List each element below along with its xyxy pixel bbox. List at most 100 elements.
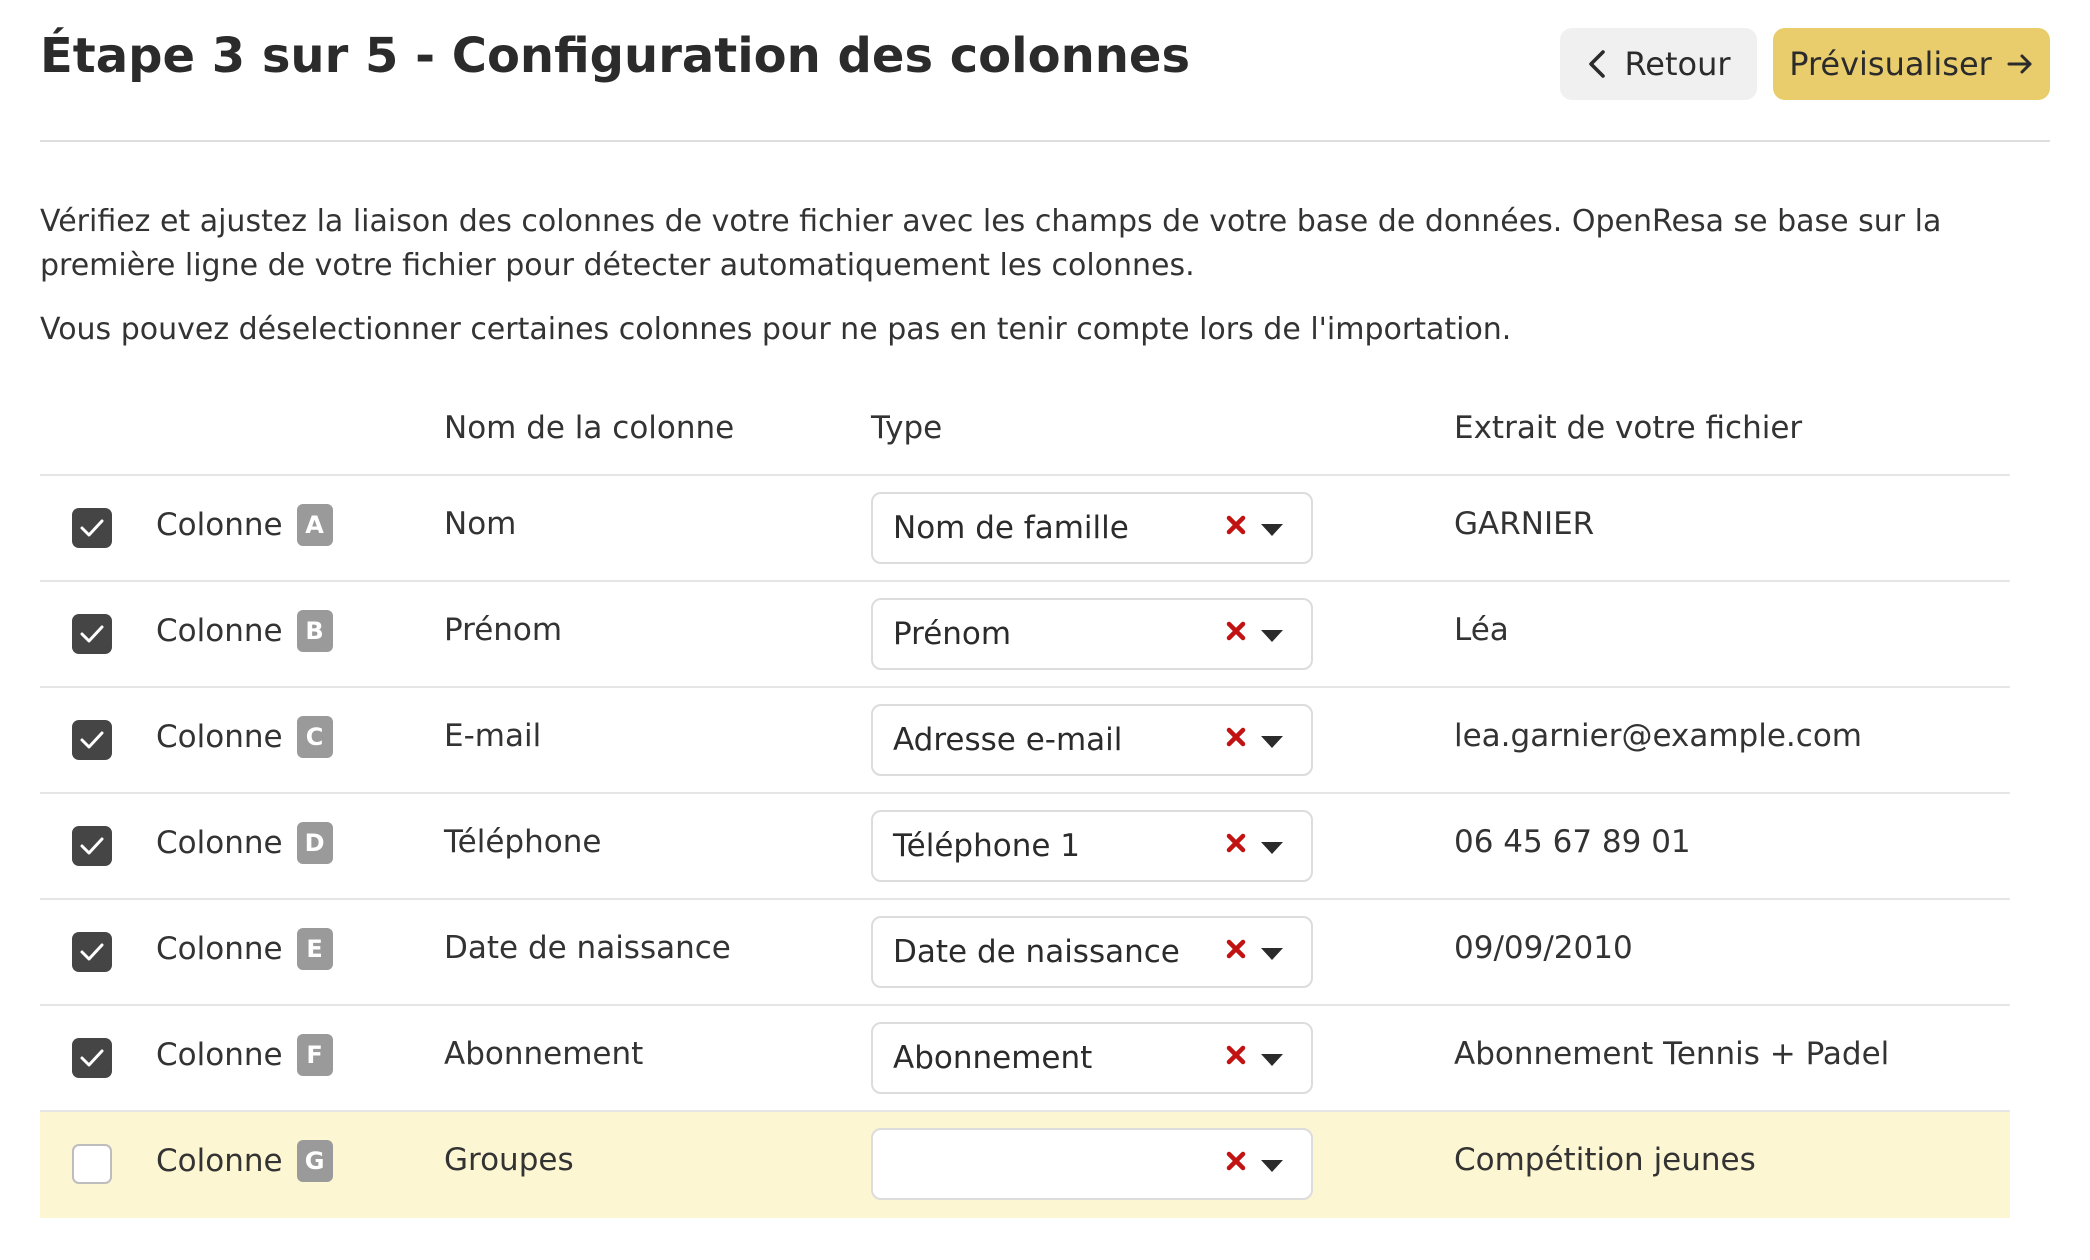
column-name: Date de naissance bbox=[444, 930, 731, 966]
type-select[interactable]: Adresse e-mail bbox=[871, 704, 1313, 776]
type-select[interactable]: Nom de famille bbox=[871, 492, 1313, 564]
column-word: Colonne bbox=[156, 1143, 283, 1179]
check-icon bbox=[80, 1049, 104, 1067]
column-letter-badge: C bbox=[296, 716, 333, 758]
column-label: Colonne C bbox=[156, 716, 333, 758]
type-select[interactable] bbox=[871, 1128, 1313, 1200]
preview-button[interactable]: Prévisualiser bbox=[1773, 28, 2050, 100]
include-column-checkbox[interactable] bbox=[72, 826, 112, 866]
column-letter-badge: E bbox=[296, 928, 333, 970]
type-select[interactable]: Date de naissance bbox=[871, 916, 1313, 988]
file-extract: GARNIER bbox=[1454, 506, 1595, 542]
column-label: Colonne B bbox=[156, 610, 333, 652]
back-button[interactable]: Retour bbox=[1560, 28, 1757, 100]
include-column-checkbox[interactable] bbox=[72, 1144, 112, 1184]
column-name: Nom bbox=[444, 506, 517, 542]
file-extract: lea.garnier@example.com bbox=[1454, 718, 1862, 754]
clear-x-icon[interactable] bbox=[1225, 832, 1247, 858]
table-row: Colonne A Nom Nom de famille GARNIER bbox=[40, 476, 2010, 582]
column-word: Colonne bbox=[156, 507, 283, 543]
column-name: Abonnement bbox=[444, 1036, 644, 1072]
table-body: Colonne A Nom Nom de famille GARNIER Col… bbox=[40, 476, 2010, 1218]
include-column-checkbox[interactable] bbox=[72, 508, 112, 548]
type-select-value: Prénom bbox=[893, 616, 1012, 652]
table-row: Colonne D Téléphone Téléphone 1 06 45 67… bbox=[40, 794, 2010, 900]
import-columns-page: Étape 3 sur 5 - Configuration des colonn… bbox=[0, 0, 2090, 1260]
header-type: Type bbox=[871, 410, 943, 446]
type-select-value: Adresse e-mail bbox=[893, 722, 1123, 758]
column-word: Colonne bbox=[156, 613, 283, 649]
table-row: Colonne C E-mail Adresse e-mail lea.garn… bbox=[40, 688, 2010, 794]
column-letter-badge: B bbox=[296, 610, 333, 652]
column-label: Colonne E bbox=[156, 928, 333, 970]
column-letter-badge: A bbox=[296, 504, 333, 546]
column-name: Groupes bbox=[444, 1142, 574, 1178]
column-name: Téléphone bbox=[444, 824, 602, 860]
clear-x-icon[interactable] bbox=[1225, 620, 1247, 646]
check-icon bbox=[80, 731, 104, 749]
table-row: Colonne E Date de naissance Date de nais… bbox=[40, 900, 2010, 1006]
include-column-checkbox[interactable] bbox=[72, 1038, 112, 1078]
columns-table: Nom de la colonne Type Extrait de votre … bbox=[40, 390, 2010, 1218]
clear-x-icon[interactable] bbox=[1225, 514, 1247, 540]
caret-down-icon[interactable] bbox=[1259, 1158, 1285, 1178]
table-header: Nom de la colonne Type Extrait de votre … bbox=[40, 390, 2010, 476]
file-extract: Léa bbox=[1454, 612, 1509, 648]
column-label: Colonne F bbox=[156, 1034, 333, 1076]
caret-down-icon[interactable] bbox=[1259, 734, 1285, 754]
page-title: Étape 3 sur 5 - Configuration des colonn… bbox=[40, 28, 1191, 84]
column-label: Colonne D bbox=[156, 822, 333, 864]
table-row: Colonne F Abonnement Abonnement Abonneme… bbox=[40, 1006, 2010, 1112]
column-word: Colonne bbox=[156, 931, 283, 967]
intro-paragraph-2: Vous pouvez déselectionner certaines col… bbox=[40, 312, 1512, 347]
type-select-value: Nom de famille bbox=[893, 510, 1129, 546]
file-extract: 09/09/2010 bbox=[1454, 930, 1633, 966]
column-letter-badge: F bbox=[296, 1034, 333, 1076]
type-select[interactable]: Abonnement bbox=[871, 1022, 1313, 1094]
clear-x-icon[interactable] bbox=[1225, 1150, 1247, 1176]
page-header: Étape 3 sur 5 - Configuration des colonn… bbox=[40, 0, 2050, 142]
caret-down-icon[interactable] bbox=[1259, 628, 1285, 648]
chevron-left-icon bbox=[1586, 49, 1608, 79]
table-row: Colonne B Prénom Prénom Léa bbox=[40, 582, 2010, 688]
file-extract: Compétition jeunes bbox=[1454, 1142, 1756, 1178]
type-select[interactable]: Téléphone 1 bbox=[871, 810, 1313, 882]
column-name: Prénom bbox=[444, 612, 563, 648]
caret-down-icon[interactable] bbox=[1259, 840, 1285, 860]
check-icon bbox=[80, 837, 104, 855]
clear-x-icon[interactable] bbox=[1225, 1044, 1247, 1070]
arrow-right-icon bbox=[2006, 52, 2034, 76]
column-letter-badge: D bbox=[296, 822, 333, 864]
check-icon bbox=[80, 943, 104, 961]
type-select-value: Abonnement bbox=[893, 1040, 1093, 1076]
preview-button-label: Prévisualiser bbox=[1789, 45, 1992, 83]
table-row: Colonne G Groupes Compétition jeunes bbox=[40, 1112, 2010, 1218]
intro-text: Vérifiez et ajustez la liaison des colon… bbox=[40, 200, 2020, 372]
column-label: Colonne G bbox=[156, 1140, 333, 1182]
header-extract: Extrait de votre fichier bbox=[1454, 410, 1803, 446]
type-select-value: Date de naissance bbox=[893, 934, 1180, 970]
clear-x-icon[interactable] bbox=[1225, 938, 1247, 964]
column-name: E-mail bbox=[444, 718, 542, 754]
check-icon bbox=[80, 519, 104, 537]
caret-down-icon[interactable] bbox=[1259, 946, 1285, 966]
header-column-name: Nom de la colonne bbox=[444, 410, 735, 446]
clear-x-icon[interactable] bbox=[1225, 726, 1247, 752]
file-extract: Abonnement Tennis + Padel bbox=[1454, 1036, 1890, 1072]
check-icon bbox=[80, 625, 104, 643]
include-column-checkbox[interactable] bbox=[72, 614, 112, 654]
column-label: Colonne A bbox=[156, 504, 333, 546]
caret-down-icon[interactable] bbox=[1259, 522, 1285, 542]
column-word: Colonne bbox=[156, 1037, 283, 1073]
column-word: Colonne bbox=[156, 825, 283, 861]
column-letter-badge: G bbox=[296, 1140, 333, 1182]
file-extract: 06 45 67 89 01 bbox=[1454, 824, 1691, 860]
include-column-checkbox[interactable] bbox=[72, 932, 112, 972]
intro-paragraph-1: Vérifiez et ajustez la liaison des colon… bbox=[40, 204, 1942, 283]
back-button-label: Retour bbox=[1624, 45, 1731, 83]
column-word: Colonne bbox=[156, 719, 283, 755]
include-column-checkbox[interactable] bbox=[72, 720, 112, 760]
caret-down-icon[interactable] bbox=[1259, 1052, 1285, 1072]
type-select[interactable]: Prénom bbox=[871, 598, 1313, 670]
type-select-value: Téléphone 1 bbox=[893, 828, 1081, 864]
